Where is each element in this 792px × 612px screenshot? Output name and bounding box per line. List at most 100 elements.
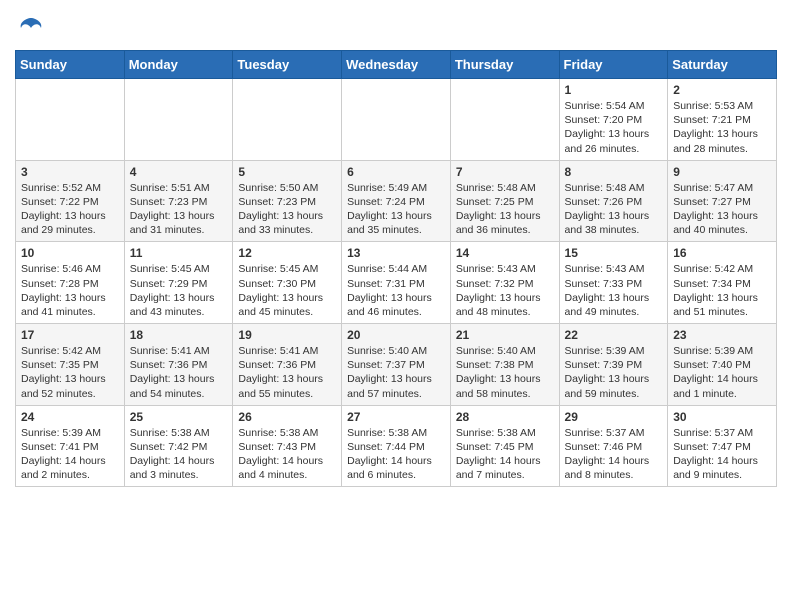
day-info: Sunrise: 5:43 AMSunset: 7:33 PMDaylight:… — [565, 262, 663, 319]
day-number: 27 — [347, 410, 445, 424]
day-cell: 26 Sunrise: 5:38 AMSunset: 7:43 PMDayligh… — [233, 405, 342, 487]
week-row-4: 17 Sunrise: 5:42 AMSunset: 7:35 PMDayligh… — [16, 324, 777, 406]
day-info: Sunrise: 5:38 AMSunset: 7:43 PMDaylight:… — [238, 426, 336, 483]
day-info: Sunrise: 5:50 AMSunset: 7:23 PMDaylight:… — [238, 181, 336, 238]
day-number: 2 — [673, 83, 771, 97]
day-cell: 28 Sunrise: 5:38 AMSunset: 7:45 PMDayligh… — [450, 405, 559, 487]
day-cell: 6 Sunrise: 5:49 AMSunset: 7:24 PMDaylight… — [342, 160, 451, 242]
day-cell: 5 Sunrise: 5:50 AMSunset: 7:23 PMDaylight… — [233, 160, 342, 242]
day-cell: 18 Sunrise: 5:41 AMSunset: 7:36 PMDayligh… — [124, 324, 233, 406]
day-info: Sunrise: 5:48 AMSunset: 7:25 PMDaylight:… — [456, 181, 554, 238]
day-cell: 3 Sunrise: 5:52 AMSunset: 7:22 PMDaylight… — [16, 160, 125, 242]
day-info: Sunrise: 5:41 AMSunset: 7:36 PMDaylight:… — [130, 344, 228, 401]
day-cell: 8Sunrise: 5:48 AMSunset: 7:26 PMDaylight… — [559, 160, 668, 242]
day-info: Sunrise: 5:38 AMSunset: 7:42 PMDaylight:… — [130, 426, 228, 483]
day-header-saturday: Saturday — [668, 51, 777, 79]
day-info: Sunrise: 5:48 AMSunset: 7:26 PMDaylight:… — [565, 181, 663, 238]
day-info: Sunrise: 5:37 AMSunset: 7:47 PMDaylight:… — [673, 426, 771, 483]
day-number: 19 — [238, 328, 336, 342]
day-cell: 10Sunrise: 5:46 AMSunset: 7:28 PMDayligh… — [16, 242, 125, 324]
day-info: Sunrise: 5:39 AMSunset: 7:40 PMDaylight:… — [673, 344, 771, 401]
day-number: 23 — [673, 328, 771, 342]
calendar-table: SundayMondayTuesdayWednesdayThursdayFrid… — [15, 50, 777, 487]
days-header-row: SundayMondayTuesdayWednesdayThursdayFrid… — [16, 51, 777, 79]
day-number: 7 — [456, 165, 554, 179]
week-row-1: 1Sunrise: 5:54 AMSunset: 7:20 PMDaylight… — [16, 79, 777, 161]
header — [15, 10, 777, 42]
day-cell: 22 Sunrise: 5:39 AMSunset: 7:39 PMDayligh… — [559, 324, 668, 406]
day-info: Sunrise: 5:54 AMSunset: 7:20 PMDaylight:… — [565, 99, 663, 156]
day-cell — [124, 79, 233, 161]
day-header-sunday: Sunday — [16, 51, 125, 79]
day-header-tuesday: Tuesday — [233, 51, 342, 79]
week-row-3: 10Sunrise: 5:46 AMSunset: 7:28 PMDayligh… — [16, 242, 777, 324]
day-number: 5 — [238, 165, 336, 179]
day-info: Sunrise: 5:45 AMSunset: 7:30 PMDaylight:… — [238, 262, 336, 319]
day-info: Sunrise: 5:47 AMSunset: 7:27 PMDaylight:… — [673, 181, 771, 238]
day-cell: 14 Sunrise: 5:43 AMSunset: 7:32 PMDayligh… — [450, 242, 559, 324]
day-info: Sunrise: 5:52 AMSunset: 7:22 PMDaylight:… — [21, 181, 119, 238]
day-number: 21 — [456, 328, 554, 342]
day-number: 25 — [130, 410, 228, 424]
day-info: Sunrise: 5:38 AMSunset: 7:44 PMDaylight:… — [347, 426, 445, 483]
day-number: 14 — [456, 246, 554, 260]
day-cell: 27 Sunrise: 5:38 AMSunset: 7:44 PMDayligh… — [342, 405, 451, 487]
day-number: 13 — [347, 246, 445, 260]
day-cell — [450, 79, 559, 161]
day-info: Sunrise: 5:42 AMSunset: 7:35 PMDaylight:… — [21, 344, 119, 401]
day-cell: 17 Sunrise: 5:42 AMSunset: 7:35 PMDayligh… — [16, 324, 125, 406]
day-info: Sunrise: 5:40 AMSunset: 7:37 PMDaylight:… — [347, 344, 445, 401]
day-info: Sunrise: 5:39 AMSunset: 7:39 PMDaylight:… — [565, 344, 663, 401]
day-info: Sunrise: 5:49 AMSunset: 7:24 PMDaylight:… — [347, 181, 445, 238]
day-cell: 13 Sunrise: 5:44 AMSunset: 7:31 PMDayligh… — [342, 242, 451, 324]
day-info: Sunrise: 5:39 AMSunset: 7:41 PMDaylight:… — [21, 426, 119, 483]
day-cell: 1Sunrise: 5:54 AMSunset: 7:20 PMDaylight… — [559, 79, 668, 161]
day-number: 20 — [347, 328, 445, 342]
day-cell: 12 Sunrise: 5:45 AMSunset: 7:30 PMDayligh… — [233, 242, 342, 324]
day-header-monday: Monday — [124, 51, 233, 79]
day-info: Sunrise: 5:51 AMSunset: 7:23 PMDaylight:… — [130, 181, 228, 238]
logo-bird-icon — [17, 14, 45, 42]
day-info: Sunrise: 5:45 AMSunset: 7:29 PMDaylight:… — [130, 262, 228, 319]
day-cell — [16, 79, 125, 161]
day-cell: 23 Sunrise: 5:39 AMSunset: 7:40 PMDayligh… — [668, 324, 777, 406]
day-number: 17 — [21, 328, 119, 342]
day-cell: 30 Sunrise: 5:37 AMSunset: 7:47 PMDayligh… — [668, 405, 777, 487]
day-number: 11 — [130, 246, 228, 260]
day-number: 24 — [21, 410, 119, 424]
week-row-5: 24 Sunrise: 5:39 AMSunset: 7:41 PMDayligh… — [16, 405, 777, 487]
day-info: Sunrise: 5:43 AMSunset: 7:32 PMDaylight:… — [456, 262, 554, 319]
day-number: 26 — [238, 410, 336, 424]
day-cell: 9 Sunrise: 5:47 AMSunset: 7:27 PMDaylight… — [668, 160, 777, 242]
day-header-wednesday: Wednesday — [342, 51, 451, 79]
day-cell: 7 Sunrise: 5:48 AMSunset: 7:25 PMDaylight… — [450, 160, 559, 242]
day-number: 28 — [456, 410, 554, 424]
day-cell: 24 Sunrise: 5:39 AMSunset: 7:41 PMDayligh… — [16, 405, 125, 487]
day-cell: 16 Sunrise: 5:42 AMSunset: 7:34 PMDayligh… — [668, 242, 777, 324]
day-number: 22 — [565, 328, 663, 342]
day-cell: 25 Sunrise: 5:38 AMSunset: 7:42 PMDayligh… — [124, 405, 233, 487]
day-number: 29 — [565, 410, 663, 424]
day-info: Sunrise: 5:53 AMSunset: 7:21 PMDaylight:… — [673, 99, 771, 156]
day-info: Sunrise: 5:41 AMSunset: 7:36 PMDaylight:… — [238, 344, 336, 401]
day-info: Sunrise: 5:44 AMSunset: 7:31 PMDaylight:… — [347, 262, 445, 319]
day-number: 6 — [347, 165, 445, 179]
week-row-2: 3 Sunrise: 5:52 AMSunset: 7:22 PMDaylight… — [16, 160, 777, 242]
day-info: Sunrise: 5:38 AMSunset: 7:45 PMDaylight:… — [456, 426, 554, 483]
day-number: 3 — [21, 165, 119, 179]
day-cell — [342, 79, 451, 161]
day-cell: 4 Sunrise: 5:51 AMSunset: 7:23 PMDaylight… — [124, 160, 233, 242]
day-number: 4 — [130, 165, 228, 179]
day-number: 9 — [673, 165, 771, 179]
day-number: 16 — [673, 246, 771, 260]
day-cell: 2 Sunrise: 5:53 AMSunset: 7:21 PMDaylight… — [668, 79, 777, 161]
day-number: 30 — [673, 410, 771, 424]
day-header-friday: Friday — [559, 51, 668, 79]
day-cell: 11 Sunrise: 5:45 AMSunset: 7:29 PMDayligh… — [124, 242, 233, 324]
day-number: 12 — [238, 246, 336, 260]
day-info: Sunrise: 5:37 AMSunset: 7:46 PMDaylight:… — [565, 426, 663, 483]
day-cell: 29 Sunrise: 5:37 AMSunset: 7:46 PMDayligh… — [559, 405, 668, 487]
day-number: 18 — [130, 328, 228, 342]
day-cell: 20 Sunrise: 5:40 AMSunset: 7:37 PMDayligh… — [342, 324, 451, 406]
day-info: Sunrise: 5:42 AMSunset: 7:34 PMDaylight:… — [673, 262, 771, 319]
